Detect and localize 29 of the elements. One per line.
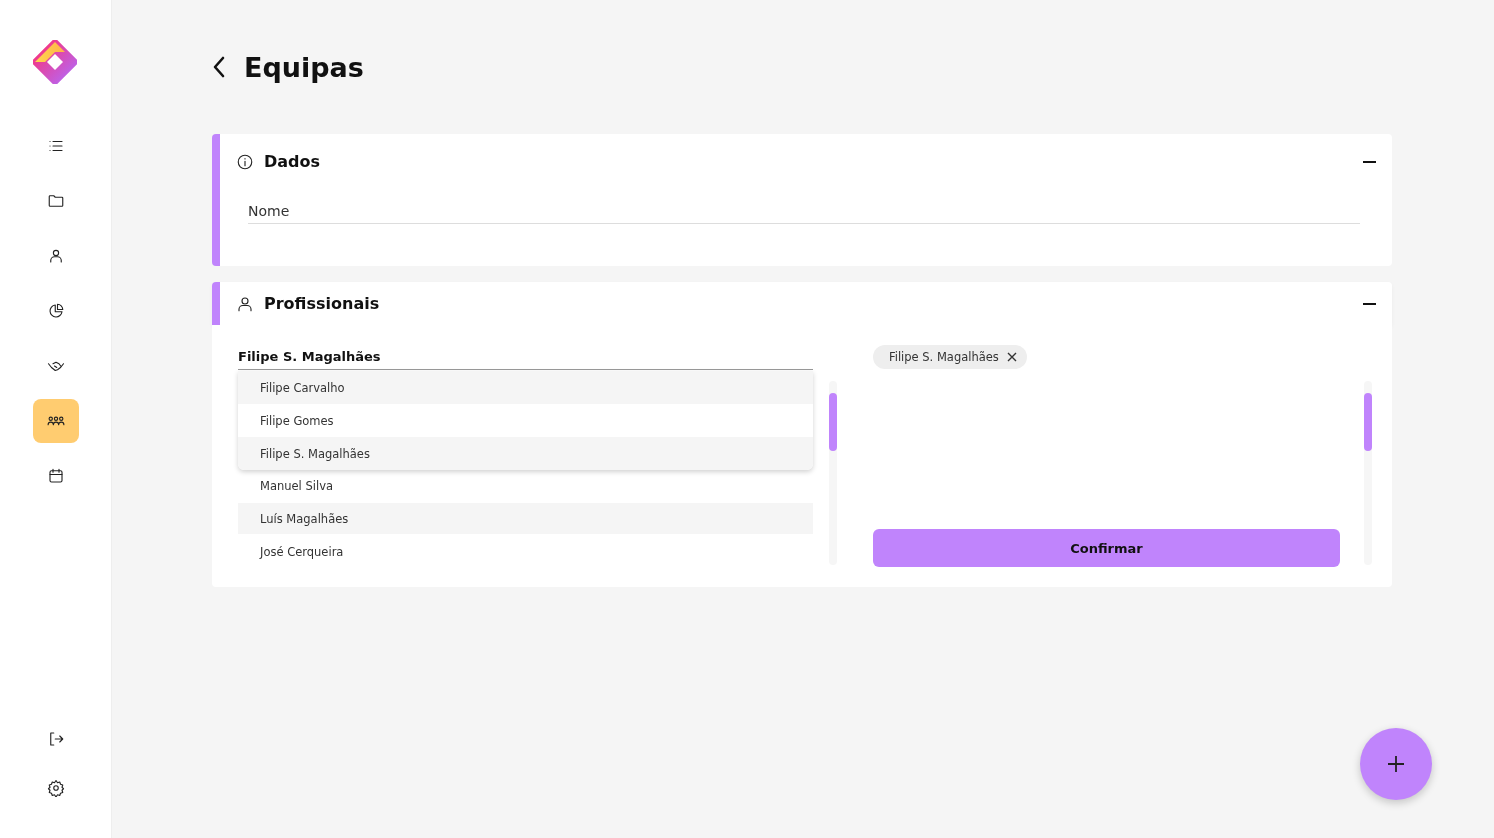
scrollbar[interactable] [1364,381,1372,565]
list-item[interactable]: José Cerqueira [238,536,813,567]
list-item[interactable]: Luís Magalhães [238,503,813,534]
dropdown-option[interactable]: Filipe S. Magalhães [238,437,813,470]
dropdown-option[interactable]: Filipe Carvalho [238,371,813,404]
people-icon [236,294,254,313]
page-title: Equipas [244,51,364,83]
back-button[interactable] [212,56,226,78]
settings-icon [46,779,65,797]
logo-icon [32,40,77,84]
chip-label: Filipe S. Magalhães [888,350,999,364]
folder-icon [46,192,65,210]
nav-item[interactable] [32,399,79,443]
plus-icon [1387,755,1405,773]
name-field[interactable]: Nome [248,199,1360,224]
calendar-icon [46,467,65,485]
scrollbar[interactable] [828,381,837,565]
close-icon[interactable] [1006,352,1017,362]
confirm-button[interactable]: Confirmar [872,529,1340,567]
info-icon [236,152,254,171]
minus-icon [1363,302,1376,305]
chevron-left-icon [212,56,226,78]
collapse-button[interactable] [1363,302,1376,305]
collapse-button[interactable] [1363,160,1376,163]
section-title: Dados [264,152,321,171]
minus-icon [1363,160,1376,163]
pie-icon [46,302,65,320]
list-item[interactable]: Manuel Silva [238,470,813,501]
section-title: Profissionais [264,294,380,313]
